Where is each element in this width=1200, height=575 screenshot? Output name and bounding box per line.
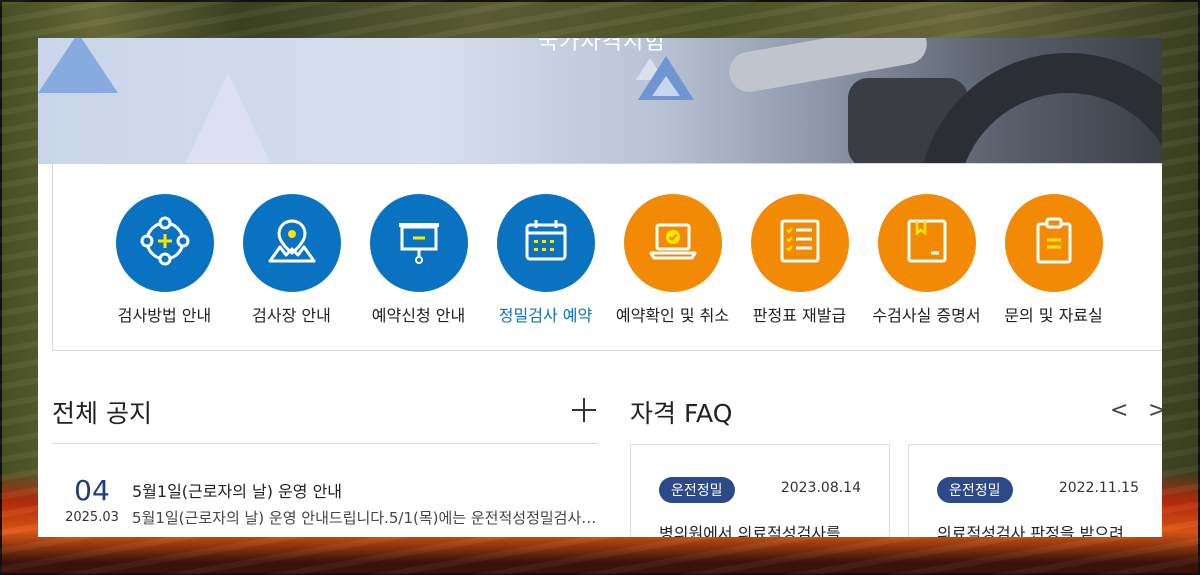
quick-menu-item-inquiry-resources[interactable]: 문의 및 자료실	[990, 194, 1117, 326]
laptop-check-icon	[645, 213, 701, 273]
bookmark-book-icon	[899, 213, 955, 273]
notice-divider	[52, 443, 598, 444]
faq-category-badge: 운전정밀	[937, 477, 1013, 503]
calendar-icon	[518, 213, 574, 273]
faq-date: 2023.08.14	[780, 480, 861, 496]
quick-menu-label: 판정표 재발급	[752, 306, 847, 325]
steering-wheel-image	[918, 53, 1162, 164]
decor-triangle	[38, 38, 118, 93]
presentation-board-icon	[391, 213, 447, 273]
quick-menu-icon-circle	[750, 194, 849, 292]
quick-menu-icon-circle	[115, 194, 214, 292]
quick-menu-label: 검사방법 안내	[117, 306, 212, 325]
faq-card[interactable]: 운전정밀 2022.11.15 의료적성검사 판정을 받으려	[908, 444, 1162, 537]
hero-banner: 국가자격시험	[38, 38, 1162, 164]
faq-question: 의료적성검사 판정을 받으려	[937, 524, 1124, 537]
faq-section-title: 자격 FAQ	[630, 399, 733, 428]
faq-question: 병의원에서 의료적성검사를	[659, 524, 841, 537]
notice-description: 5월1일(근로자의 날) 운영 안내드립니다.5/1(목)에는 운전적성정밀검사…	[132, 509, 598, 527]
chevron-left-icon[interactable]: <	[1110, 398, 1128, 423]
quick-menu-icon-circle	[1004, 194, 1103, 292]
quick-menu-item-test-method[interactable]: 검사방법 안내	[101, 194, 228, 326]
notice-day: 04	[74, 474, 110, 507]
quick-menu-item-result-reissue[interactable]: 판정표 재발급	[736, 194, 863, 326]
main-panel: 국가자격시험 검사방법 안내 검사장 안내 예약신청 안내 정밀검사 예약 예약…	[38, 38, 1162, 537]
quick-menu-icon-circle	[623, 194, 722, 292]
hero-title: 국가자격시험	[538, 38, 666, 55]
plus-icon[interactable]	[572, 398, 596, 422]
quick-menu-item-certificate[interactable]: 수검사실 증명서	[863, 194, 990, 326]
quick-menu-item-precision-test-reservation[interactable]: 정밀검사 예약	[482, 194, 609, 326]
quick-menu-icon-circle	[242, 194, 341, 292]
clipboard-icon	[1026, 213, 1082, 273]
decor-triangle	[652, 76, 680, 96]
faq-card[interactable]: 운전정밀 2023.08.14 병의원에서 의료적성검사를	[630, 444, 890, 537]
faq-date: 2022.11.15	[1058, 480, 1139, 496]
quick-menu-icon-circle	[496, 194, 595, 292]
quick-menu: 검사방법 안내 검사장 안내 예약신청 안내 정밀검사 예약 예약확인 및 취소…	[52, 163, 1162, 351]
quick-menu-label: 수검사실 증명서	[872, 306, 981, 325]
faq-category-badge: 운전정밀	[659, 477, 735, 503]
quick-menu-item-test-site[interactable]: 검사장 안내	[228, 194, 355, 326]
quick-menu-label: 검사장 안내	[252, 306, 331, 325]
decor-triangle	[183, 73, 273, 164]
checklist-icon	[772, 213, 828, 273]
quick-menu-icon-circle	[877, 194, 976, 292]
notice-section-title: 전체 공지	[52, 399, 152, 428]
target-plus-icon	[137, 213, 193, 273]
quick-menu-item-reservation-guide[interactable]: 예약신청 안내	[355, 194, 482, 326]
quick-menu-label: 문의 및 자료실	[1004, 306, 1103, 325]
notice-year-month: 2025.03	[65, 510, 119, 525]
chevron-right-icon[interactable]: >	[1148, 398, 1162, 423]
quick-menu-label: 예약신청 안내	[371, 306, 466, 325]
map-pin-icon	[264, 213, 320, 273]
quick-menu-label: 정밀검사 예약	[498, 306, 593, 325]
quick-menu-label: 예약확인 및 취소	[615, 306, 730, 325]
notice-title[interactable]: 5월1일(근로자의 날) 운영 안내	[132, 478, 342, 502]
quick-menu-item-reservation-check-cancel[interactable]: 예약확인 및 취소	[609, 194, 736, 326]
quick-menu-icon-circle	[369, 194, 468, 292]
